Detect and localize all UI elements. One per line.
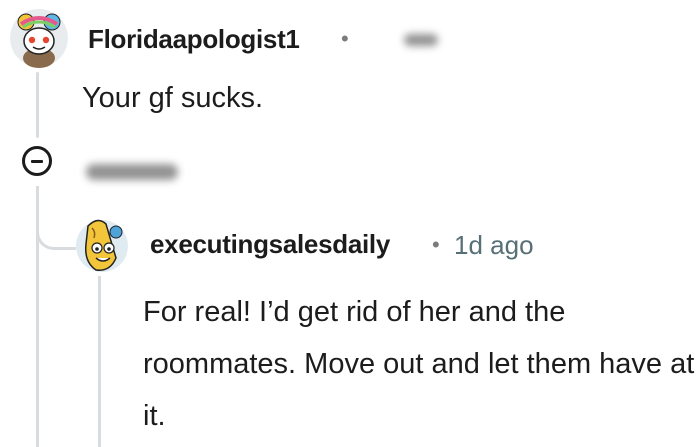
comment-body: For real! I’d get rid of her and the roo… [143,296,695,432]
banana-avatar-icon[interactable] [76,218,128,274]
reply-connector [36,210,76,250]
reply-thread-line[interactable] [98,276,101,447]
meta-separator: • [432,232,440,257]
comment-author[interactable]: Floridaapologist1 [88,24,300,55]
comment-timestamp[interactable]: 1d ago [454,230,534,261]
meta-separator: • [341,26,349,51]
blurred-metadata [404,34,438,46]
comment-author[interactable]: executingsalesdaily [150,229,390,260]
collapse-thread-icon[interactable] [22,146,52,176]
blurred-action-bar [86,164,178,180]
snoo-avatar-icon[interactable] [10,8,68,68]
comment-body: Your gf sucks. [82,82,264,114]
thread-line[interactable] [36,72,39,138]
